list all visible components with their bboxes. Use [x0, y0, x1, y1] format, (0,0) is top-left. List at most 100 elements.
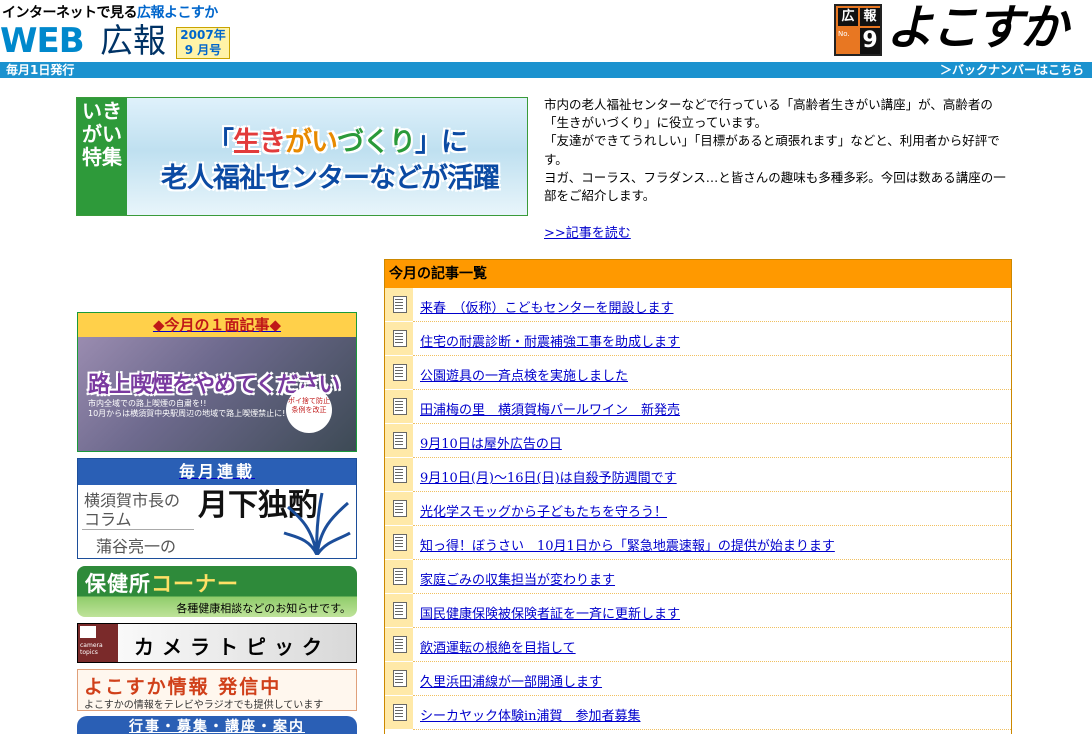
- title-bracket-open: 「: [207, 127, 234, 158]
- document-icon: [385, 594, 413, 627]
- document-icon: [385, 560, 413, 593]
- health-center-banner[interactable]: 保健所コーナー 各種健康相談などのお知らせです。: [77, 566, 357, 617]
- read-more-link[interactable]: >>記事を読む: [544, 222, 631, 241]
- mayor-column-banner[interactable]: 毎月連載 横須賀市長の コラム 蒲谷亮一の 月下独酌: [77, 458, 357, 559]
- brand-number: 9: [860, 28, 880, 54]
- article-list-header: 今月の記事一覧: [385, 260, 1011, 288]
- brand-no: No.: [838, 30, 850, 38]
- health-title-b: コーナー: [151, 572, 239, 596]
- list-item: 国民健康保険被保険者証を一斉に更新します: [385, 594, 1011, 628]
- logo-web: WEB: [0, 21, 85, 61]
- article-items: 来春 （仮称）こどもセンターを開設します 住宅の耐震診断・耐震補強工事を助成しま…: [385, 288, 1011, 730]
- list-item: 来春 （仮称）こどもセンターを開設します: [385, 288, 1011, 322]
- feature-banner[interactable]: いきがい特集 「生きがいづくり」に 老人福祉センターなどが活躍: [76, 97, 528, 216]
- front-page-sub-1: 市内全域での路上喫煙の自粛を!!: [88, 399, 207, 408]
- document-icon: [385, 696, 413, 729]
- camera-title: カメラトピックス: [134, 635, 330, 659]
- front-page-sub: 市内全域での路上喫煙の自粛を!! 10月からは横須賀中央駅周辺の地域で路上喫煙禁…: [88, 399, 285, 419]
- brand-logo: 広 報 No. 9 よこすか: [834, 0, 1086, 56]
- intro-paragraph-2: 「友達ができてうれしい」「目標があると頑張れます」などと、利用者から好評です。: [544, 133, 1000, 167]
- front-page-banner[interactable]: ◆今月の１面記事◆ 路上喫煙をやめてください 市内全域での路上喫煙の自粛を!! …: [77, 312, 357, 452]
- article-link[interactable]: シーカヤック体験in浦賀 参加者募集: [420, 705, 641, 724]
- title-word-zukuri: づくり: [337, 127, 416, 158]
- camera-topics-banner[interactable]: camera topics カメラトピックス: [77, 623, 357, 663]
- tagline-prefix: インターネットで見る: [2, 5, 138, 21]
- article-link[interactable]: 田浦梅の里 横須賀梅パールワイン 新発売: [420, 399, 680, 418]
- feature-title-line1: 「生きがいづくり」に: [207, 120, 468, 159]
- plant-illustration-icon: [283, 492, 351, 555]
- article-list: 今月の記事一覧 来春 （仮称）こどもセンターを開設します 住宅の耐震診断・耐震補…: [384, 259, 1012, 734]
- events-banner[interactable]: 行事・募集・講座・案内: [77, 716, 357, 734]
- issue-badge: 2007年 9 月号: [176, 27, 230, 59]
- document-icon: [385, 492, 413, 525]
- brand-char-2: 報: [860, 8, 880, 26]
- info-sub: よこすかの情報をテレビやラジオでも提供しています: [84, 700, 324, 711]
- brand-emblem: 広 報 No. 9: [834, 4, 882, 56]
- article-link[interactable]: 住宅の耐震診断・耐震補強工事を助成します: [420, 331, 680, 350]
- tagline-highlight: 広報よこすか: [137, 5, 218, 21]
- article-link[interactable]: 家庭ごみの収集担当が変わります: [420, 569, 615, 588]
- health-title: 保健所コーナー: [85, 568, 239, 598]
- front-page-header: ◆今月の１面記事◆: [78, 313, 356, 337]
- list-item: 9月10日は屋外広告の日: [385, 424, 1011, 458]
- document-icon: [385, 356, 413, 389]
- title-word-iki: 生き: [233, 127, 286, 158]
- list-item: 久里浜田浦線が一部開通します: [385, 662, 1011, 696]
- list-item: 田浦梅の里 横須賀梅パールワイン 新発売: [385, 390, 1011, 424]
- article-link[interactable]: 久里浜田浦線が一部開通します: [420, 671, 602, 690]
- brand-name: よこすか: [886, 0, 1068, 56]
- info-title: よこすか情報 発信中: [84, 676, 282, 698]
- article-link[interactable]: 9月10日(月)〜16日(日)は自殺予防週間です: [420, 467, 677, 486]
- document-icon: [385, 390, 413, 423]
- article-link[interactable]: 9月10日は屋外広告の日: [420, 433, 562, 452]
- back-number-link[interactable]: ＞バックナンバーはこちら: [940, 62, 1084, 78]
- list-item: 住宅の耐震診断・耐震補強工事を助成します: [385, 322, 1011, 356]
- document-icon: [385, 288, 413, 321]
- article-link[interactable]: 光化学スモッグから子どもたちを守ろう！: [420, 501, 667, 520]
- front-page-sub-2: 10月からは横須賀中央駅周辺の地域で路上喫煙禁止に!: [88, 409, 286, 418]
- logo-kouhou: 広報: [100, 21, 166, 60]
- health-title-a: 保健所: [85, 572, 151, 596]
- issue-month: 9 月号: [184, 43, 222, 57]
- article-link[interactable]: 公園遊具の一斉点検を実施しました: [420, 365, 628, 384]
- front-page-image: 路上喫煙をやめてください 市内全域での路上喫煙の自粛を!! 10月からは横須賀中…: [78, 337, 356, 451]
- article-link[interactable]: 知っ得！ぼうさい 10月1日から「緊急地震速報」の提供が始まります: [420, 535, 835, 554]
- article-link[interactable]: 来春 （仮称）こどもセンターを開設します: [420, 297, 674, 316]
- site-tagline: インターネットで見る広報よこすか: [2, 2, 218, 22]
- column-author: 蒲谷亮一の: [96, 537, 177, 556]
- article-link[interactable]: 飲酒運転の根絶を目指して: [420, 637, 576, 656]
- publish-note: 毎月1日発行: [6, 63, 75, 77]
- site-header: インターネットで見る広報よこすか WEB 広報 2007年 9 月号 広 報 N…: [0, 0, 1092, 62]
- column-line-1: 横須賀市長の: [84, 491, 181, 510]
- document-icon: [385, 662, 413, 695]
- brand-char-1: 広: [838, 8, 858, 26]
- column-header: 毎月連載: [78, 459, 356, 485]
- list-item: 飲酒運転の根絶を目指して: [385, 628, 1011, 662]
- column-divider: [82, 529, 194, 530]
- document-icon: [385, 322, 413, 355]
- health-sub: 各種健康相談などのお知らせです。: [176, 602, 351, 615]
- front-page-badge: ポイ捨て防止条例を改正: [286, 387, 332, 433]
- feature-intro: 市内の老人福祉センターなどで行っている「高齢者生きがい講座」が、高齢者の「生きが…: [544, 96, 1016, 205]
- document-icon: [385, 424, 413, 457]
- list-item: 公園遊具の一斉点検を実施しました: [385, 356, 1011, 390]
- document-icon: [385, 526, 413, 559]
- camera-icon-text: camera topics: [80, 642, 103, 656]
- intro-paragraph-1: 市内の老人福祉センターなどで行っている「高齢者生きがい講座」が、高齢者の「生きが…: [544, 97, 993, 131]
- intro-paragraph-3: ヨガ、コーラス、フラダンス…と皆さんの趣味も多種多彩。今回は数ある講座の一部をご…: [544, 169, 1006, 204]
- feature-side-label: いきがい特集: [77, 98, 127, 215]
- yokosuka-info-banner[interactable]: よこすか情報 発信中 よこすかの情報をテレビやラジオでも提供しています: [77, 669, 357, 711]
- list-item: シーカヤック体験in浦賀 参加者募集: [385, 696, 1011, 730]
- row-divider: [413, 729, 1011, 730]
- list-item: 家庭ごみの収集担当が変わります: [385, 560, 1011, 594]
- list-item: 光化学スモッグから子どもたちを守ろう！: [385, 492, 1011, 526]
- camera-icon-window: [80, 626, 96, 638]
- document-icon: [385, 458, 413, 491]
- list-item: 9月10日(月)〜16日(日)は自殺予防週間です: [385, 458, 1011, 492]
- article-link[interactable]: 国民健康保険被保険者証を一斉に更新します: [420, 603, 680, 622]
- list-item: 知っ得！ぼうさい 10月1日から「緊急地震速報」の提供が始まります: [385, 526, 1011, 560]
- title-word-gai: がい: [285, 127, 338, 158]
- column-line: 横須賀市長の コラム: [84, 491, 180, 529]
- column-line-2: コラム: [84, 510, 132, 529]
- feature-title-line2: 老人福祉センターなどが活躍: [161, 163, 500, 194]
